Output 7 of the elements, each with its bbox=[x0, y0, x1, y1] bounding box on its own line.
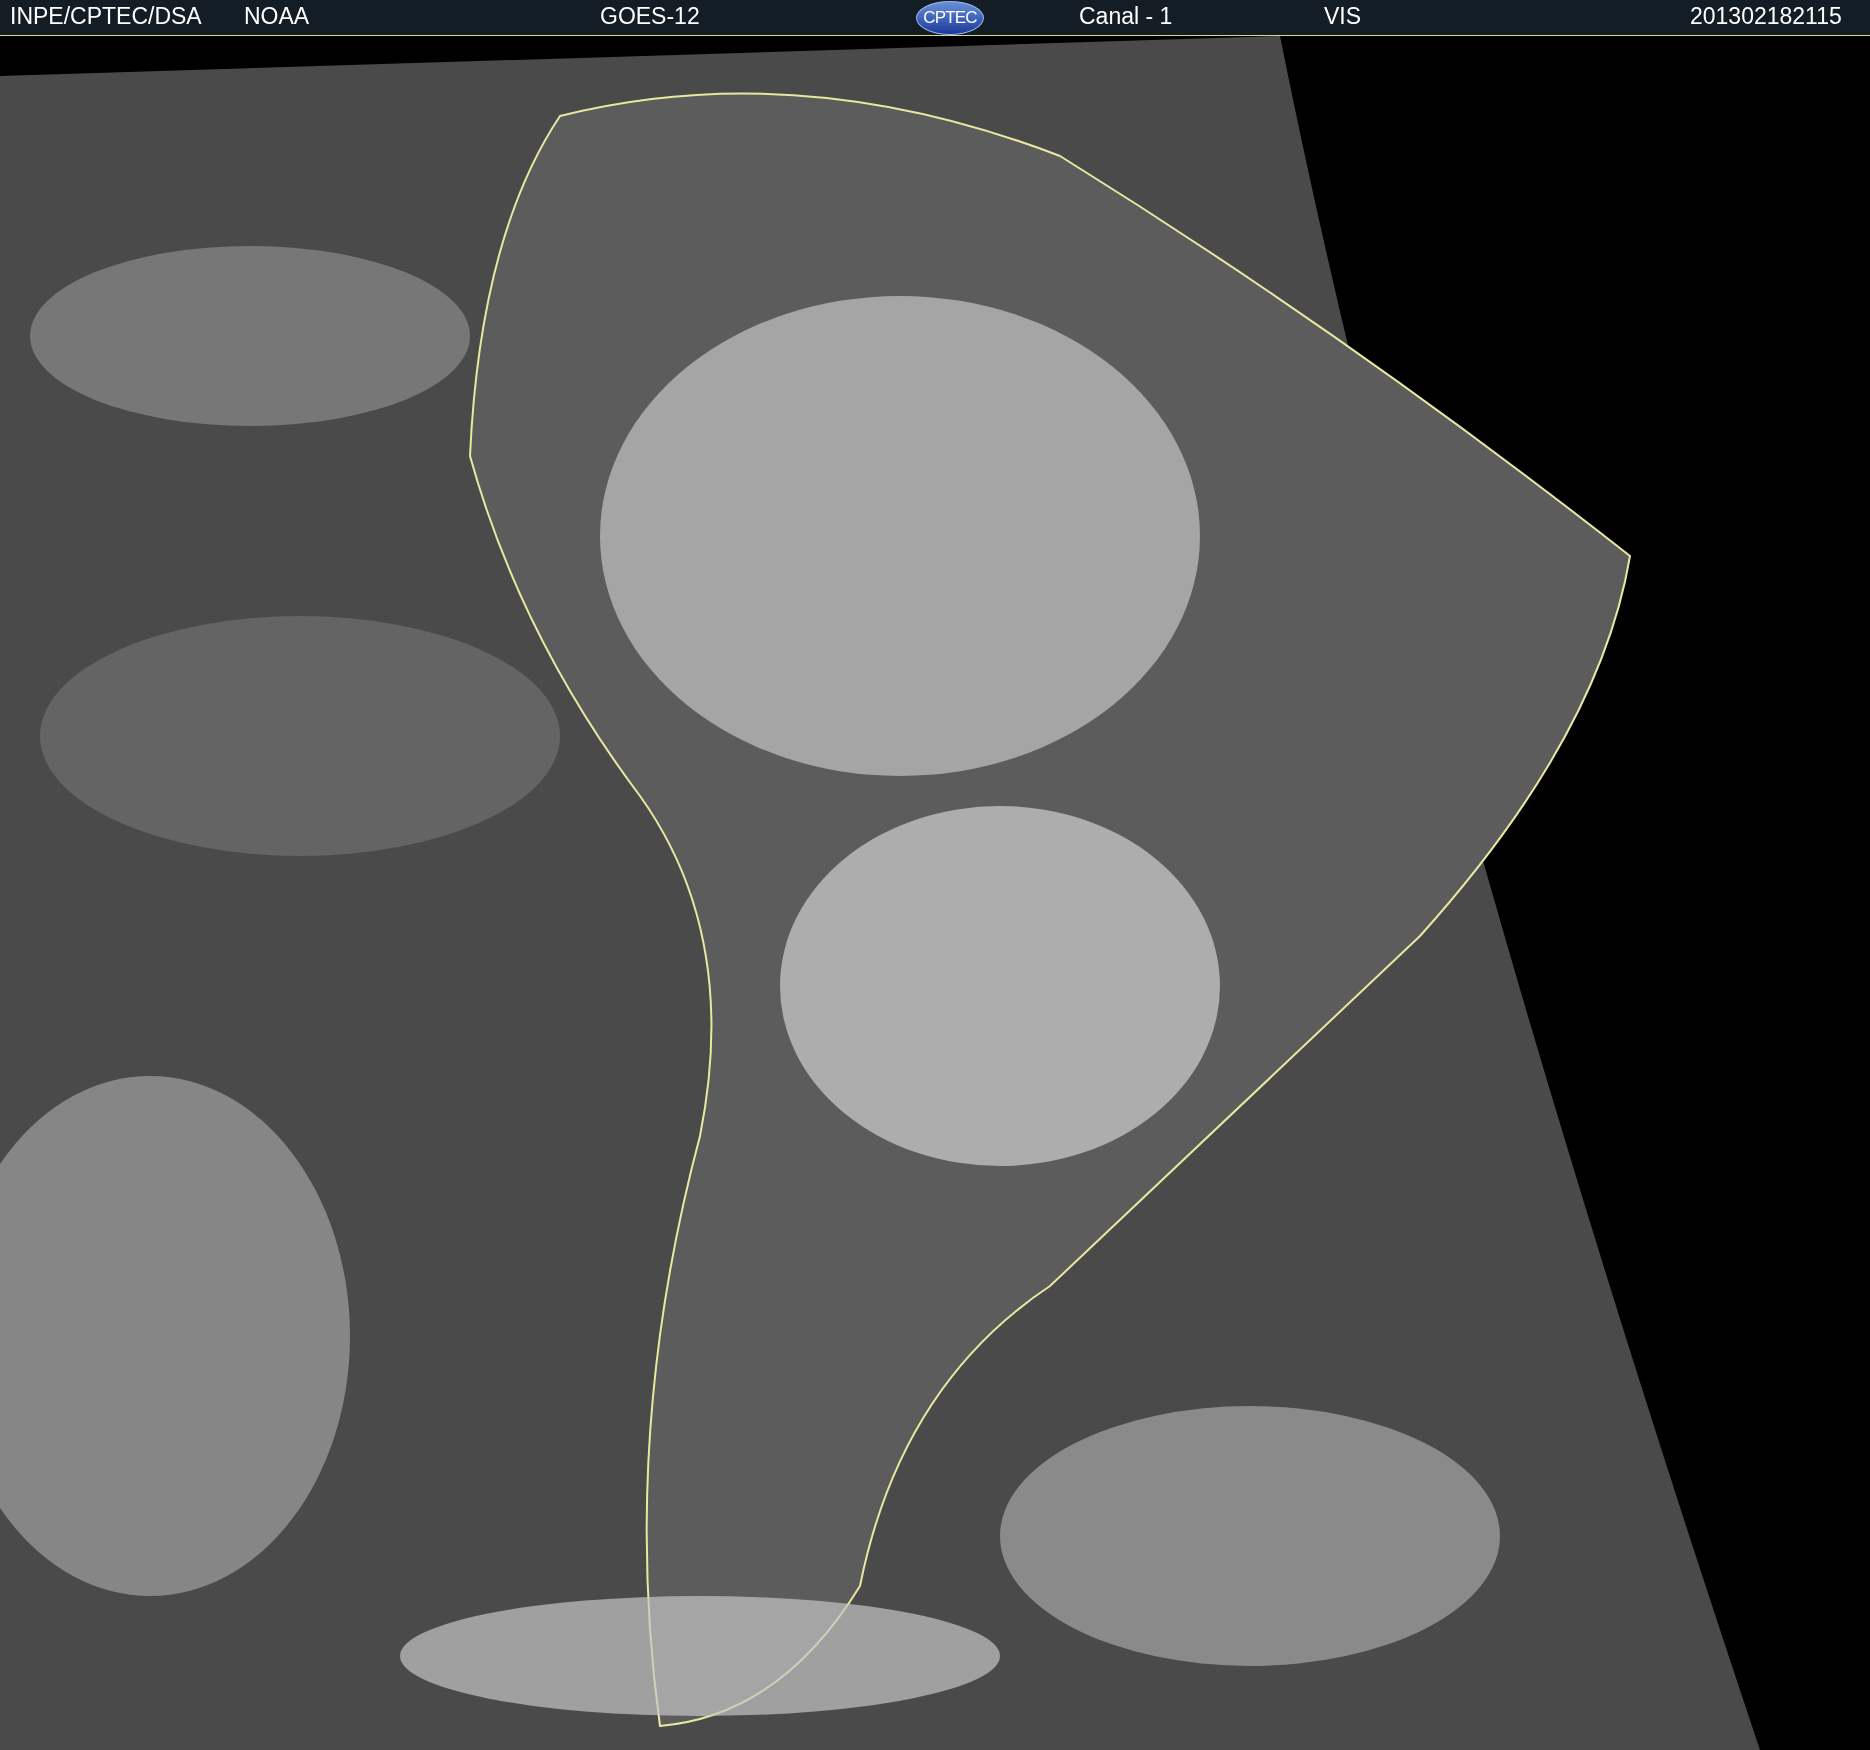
satellite-label: GOES-12 bbox=[600, 2, 700, 29]
agency-label: INPE/CPTEC/DSA bbox=[10, 2, 202, 29]
band-label: VIS bbox=[1324, 2, 1362, 29]
source-label: NOAA bbox=[244, 2, 310, 29]
timestamp-label: 201302182115 bbox=[1690, 2, 1842, 29]
channel-label: Canal - 1 bbox=[1079, 2, 1173, 29]
logo: CPTEC bbox=[916, 0, 984, 35]
